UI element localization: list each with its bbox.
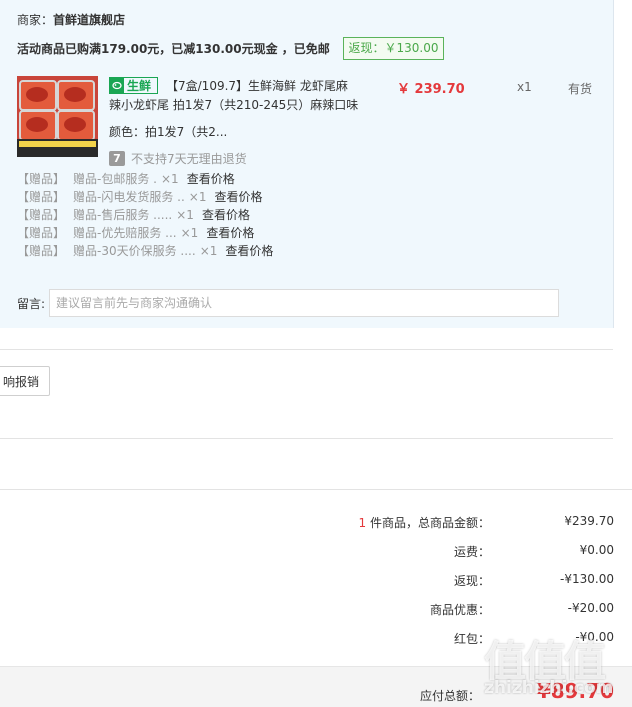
gift-item: 【赠品】 赠品-包邮服务 . ×1 查看价格 — [17, 170, 235, 187]
gift-qty: ×1 — [188, 190, 207, 204]
gift-item: 【赠品】 赠品-30天价保服务 .... ×1 查看价格 — [17, 242, 273, 259]
product-quantity: x1 — [517, 80, 532, 94]
payable-total-bar: 应付总额： ¥89.70 — [0, 666, 632, 707]
gift-tag: 【赠品】 — [17, 172, 66, 186]
discount-value: -¥20.00 — [567, 601, 614, 615]
product-price: ￥ 239.70 — [397, 82, 465, 97]
discount-label: 商品优惠： — [429, 603, 490, 617]
color-value: 拍1发7（共2... — [145, 125, 228, 139]
view-price-link[interactable]: 查看价格 — [215, 190, 263, 204]
gift-item: 【赠品】 赠品-闪电发货服务 .. ×1 查看价格 — [17, 188, 263, 205]
divider — [0, 489, 632, 490]
product-title-line2[interactable]: 辣小龙虾尾 拍1发7（共210-245只）麻辣口味 — [109, 96, 358, 113]
redpacket-label: 红包： — [453, 632, 490, 646]
summary-shipping: 运费： ¥0.00 — [0, 543, 632, 561]
shipping-value: ¥0.00 — [579, 543, 614, 557]
product-color: 颜色：拍1发7（共2... — [109, 123, 227, 140]
product-thumbnail[interactable] — [17, 76, 98, 157]
fresh-label: 生鲜 — [127, 79, 152, 93]
payable-value: ¥89.70 — [536, 679, 614, 703]
summary-redpacket: 红包： -¥0.00 — [0, 630, 632, 648]
return-policy: 7 不支持7天无理由退货 — [109, 150, 247, 167]
gift-name: 赠品-售后服务 ..... — [73, 208, 173, 222]
fresh-badge: 生鲜 — [109, 77, 158, 94]
gift-tag: 【赠品】 — [17, 208, 66, 222]
divider — [0, 349, 613, 350]
summary-cashback: 返现： -¥130.00 — [0, 572, 632, 590]
gift-tag: 【赠品】 — [17, 190, 66, 204]
order-panel: 商家：首鲜道旗舰店 活动商品已购满179.00元，已减130.00元现金 ，已免… — [0, 0, 614, 328]
gift-tag: 【赠品】 — [17, 244, 66, 258]
summary-discount: 商品优惠： -¥20.00 — [0, 601, 632, 619]
gift-name: 赠品-优先赔服务 ... — [73, 226, 177, 240]
view-price-link[interactable]: 查看价格 — [187, 172, 235, 186]
shop-line: 商家：首鲜道旗舰店 — [17, 11, 125, 28]
goods-total-value: ¥239.70 — [564, 514, 614, 528]
thumb-tray — [57, 80, 95, 111]
gift-qty: ×1 — [180, 226, 199, 240]
gift-qty: ×1 — [199, 244, 218, 258]
gift-name: 赠品-包邮服务 . — [73, 172, 157, 186]
thumb-tray — [57, 110, 95, 141]
color-label: 颜色： — [109, 125, 146, 139]
shop-name-link[interactable]: 首鲜道旗舰店 — [53, 13, 125, 27]
view-price-link[interactable]: 查看价格 — [225, 244, 273, 258]
gift-item: 【赠品】 赠品-售后服务 ..... ×1 查看价格 — [17, 206, 250, 223]
redpacket-value: -¥0.00 — [575, 630, 614, 644]
thumb-tray — [19, 80, 57, 111]
gift-item: 【赠品】 赠品-优先赔服务 ... ×1 查看价格 — [17, 224, 254, 241]
gift-name: 赠品-闪电发货服务 .. — [73, 190, 185, 204]
return-policy-text: 不支持7天无理由退货 — [131, 152, 247, 166]
divider — [0, 438, 613, 439]
claim-reimbursement-button[interactable]: 响报销 — [0, 366, 50, 396]
view-price-link[interactable]: 查看价格 — [202, 208, 250, 222]
promo-text: 活动商品已购满179.00元，已减130.00元现金 ，已免邮 — [17, 42, 330, 56]
goods-total-label: 件商品，总商品金额： — [366, 516, 490, 530]
product-title-line1[interactable]: 【7盒/109.7】生鲜海鲜 龙虾尾麻 — [166, 77, 356, 94]
cashback-value: -¥130.00 — [560, 572, 614, 586]
shop-label: 商家： — [17, 13, 54, 27]
no-return-icon: 7 — [109, 151, 125, 166]
fresh-leaf-icon — [110, 78, 124, 93]
cashback-label: 返现： — [453, 574, 490, 588]
stock-status: 有货 — [568, 82, 593, 96]
payable-label: 应付总额： — [419, 689, 480, 703]
summary-goods-total: 1 件商品，总商品金额： ¥239.70 — [0, 514, 632, 532]
view-price-link[interactable]: 查看价格 — [206, 226, 254, 240]
thumb-banner — [17, 139, 98, 157]
gift-qty: ×1 — [160, 172, 179, 186]
message-input[interactable] — [49, 289, 559, 317]
gift-tag: 【赠品】 — [17, 226, 66, 240]
goods-count-label: 1 件商品，总商品金额： — [359, 514, 490, 531]
gift-name: 赠品-30天价保服务 .... — [73, 244, 196, 258]
thumb-tray — [19, 110, 57, 141]
gift-qty: ×1 — [176, 208, 194, 222]
shipping-label: 运费： — [453, 545, 490, 559]
message-label: 留言: — [17, 297, 46, 311]
cashback-badge: 返现：￥130.00 — [343, 37, 444, 60]
